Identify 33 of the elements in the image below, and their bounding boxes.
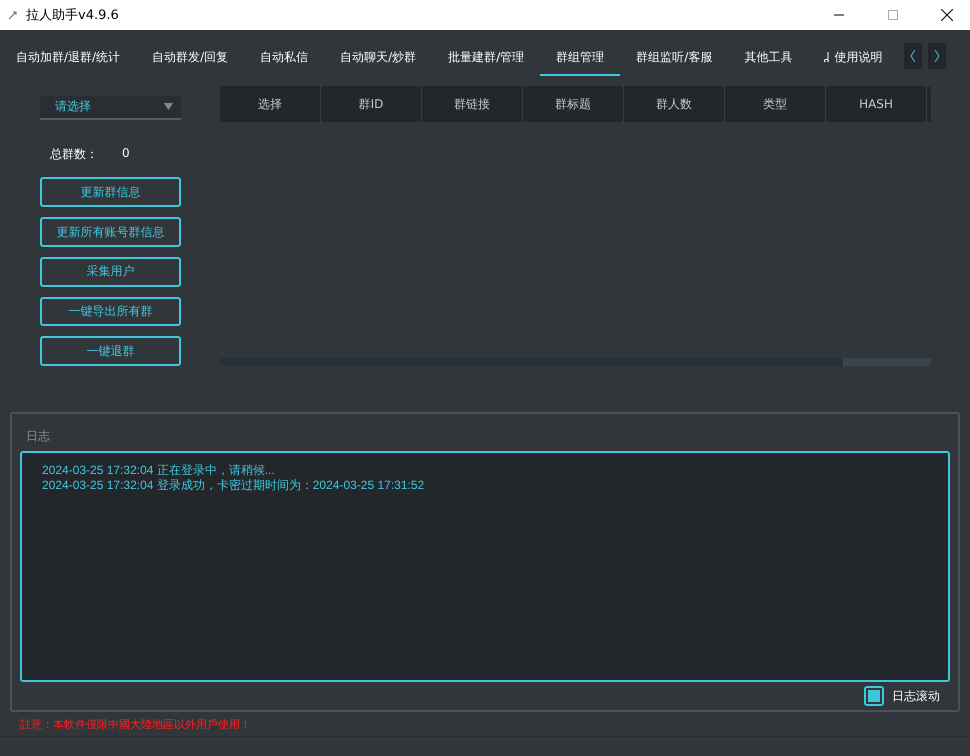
window-title: 拉人助手v4.9.6 xyxy=(26,7,120,24)
log-title: 日志 xyxy=(26,428,51,445)
chevron-right-icon xyxy=(934,50,940,62)
log-line: 2024-03-25 17:32:04 正在登录中，请稍候... xyxy=(42,463,276,478)
chevron-left-icon xyxy=(910,50,916,62)
tab[interactable]: 自动群发/回复 xyxy=(136,40,244,76)
autoscroll-checkbox[interactable] xyxy=(864,686,884,706)
scroll-right-button[interactable] xyxy=(928,43,946,69)
total-groups-label: 总群数： xyxy=(50,146,98,163)
tab[interactable]: 其他工具 xyxy=(728,40,808,76)
app-icon xyxy=(8,10,18,20)
tab[interactable]: 自动加群/退群/统计 xyxy=(14,40,136,76)
dropdown-caret-icon xyxy=(164,103,173,110)
tab[interactable]: 群组管理 xyxy=(540,40,620,76)
action-button[interactable]: 采集用户 xyxy=(40,256,181,287)
group-dropdown[interactable]: 请选择 xyxy=(40,96,181,120)
notice-text: 註意：本軟件僅限中國大陸地區以外用戶使用！ xyxy=(19,717,252,733)
total-groups-value: 0 xyxy=(122,146,130,162)
close-icon xyxy=(941,9,953,21)
action-button[interactable]: 一键退群 xyxy=(40,336,181,366)
action-button[interactable]: 更新所有账号群信息 xyxy=(40,217,181,247)
tab[interactable]: 批量建群/管理 xyxy=(432,40,540,76)
tab[interactable]: 群组监听/客服 xyxy=(620,40,728,76)
maximize-icon xyxy=(888,10,898,20)
log-line: 2024-03-25 17:32:04 登录成功，卡密过期时间为：2024-03-25 17:31:52 xyxy=(42,478,426,493)
action-button[interactable]: 更新群信息 xyxy=(40,177,181,208)
tab[interactable]: 自动私信 xyxy=(244,40,324,76)
tab[interactable]: 自动聊天/炒群 xyxy=(324,40,432,76)
autoscroll-label: 日志滚动 xyxy=(892,688,940,704)
tab[interactable]: 使用说明 xyxy=(808,40,898,76)
action-button[interactable]: 一键导出所有群 xyxy=(40,296,181,326)
music-note-icon xyxy=(824,52,832,62)
scroll-left-button[interactable] xyxy=(904,43,922,69)
